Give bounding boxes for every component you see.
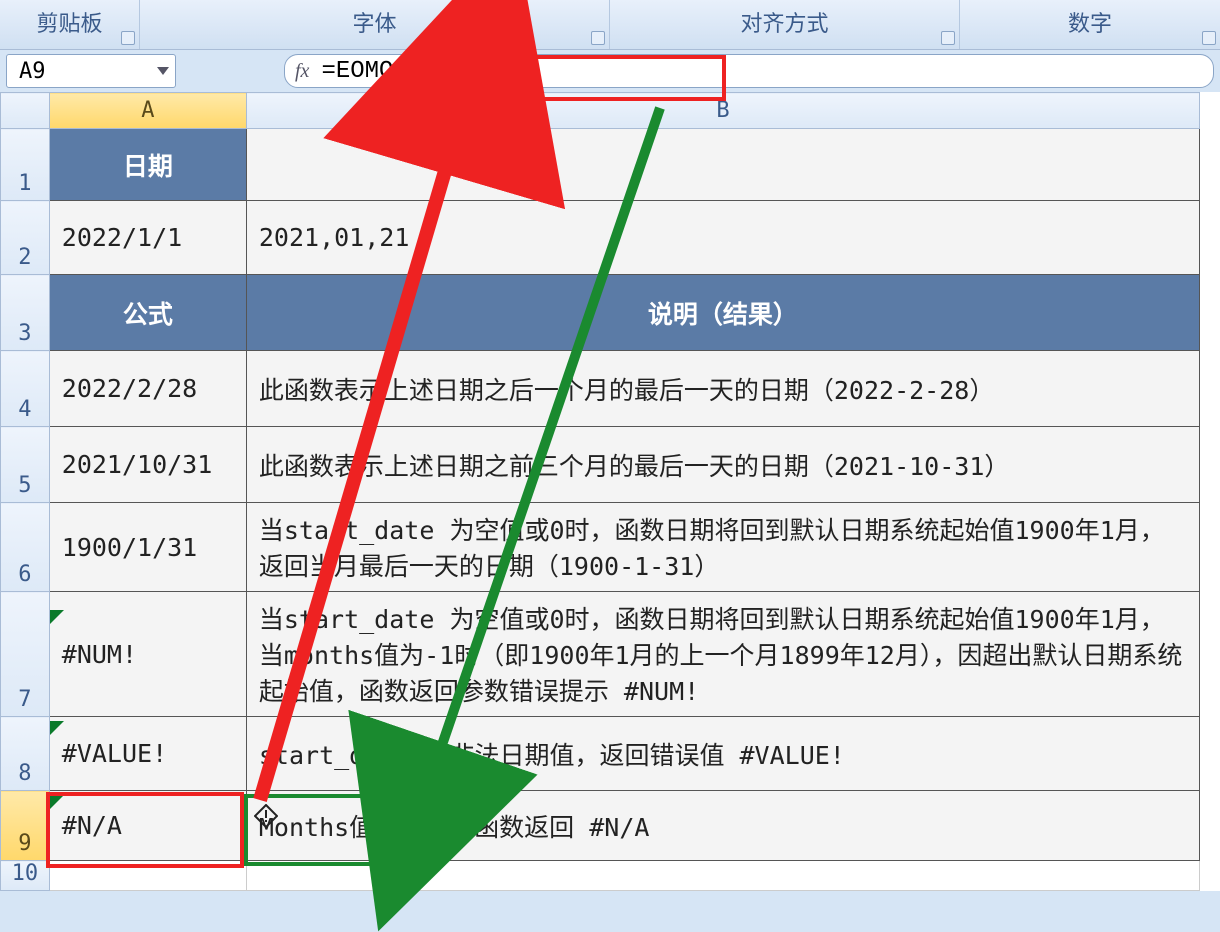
cell-A1[interactable]: 日期: [49, 129, 246, 201]
ribbon-group-font[interactable]: 字体: [140, 0, 610, 49]
cell-A5[interactable]: 2021/10/31: [49, 427, 246, 503]
table-row: 8 #VALUE! start_date 为非法日期值，返回错误值 #VALUE…: [1, 717, 1200, 791]
row-header[interactable]: 3: [1, 275, 50, 351]
table-row: 2 2022/1/1 2021,01,21: [1, 201, 1200, 275]
table-row: 7 #NUM! 当start_date 为空值或0时，函数日期将回到默认日期系统…: [1, 592, 1200, 717]
cell-A7[interactable]: #NUM!: [49, 592, 246, 717]
cell-B3[interactable]: 说明（结果）: [246, 275, 1199, 351]
cell-A3[interactable]: 公式: [49, 275, 246, 351]
ribbon-label: 数字: [1068, 6, 1112, 38]
row-header[interactable]: 10: [1, 861, 50, 891]
cell-A10[interactable]: [49, 861, 246, 891]
cell-A8[interactable]: #VALUE!: [49, 717, 246, 791]
cell-B4[interactable]: 此函数表示上述日期之后一个月的最后一天的日期（2022-2-28）: [246, 351, 1199, 427]
dialog-launcher-icon[interactable]: [591, 31, 605, 45]
error-indicator-icon: [50, 721, 64, 735]
row-header[interactable]: 8: [1, 717, 50, 791]
row-header[interactable]: 6: [1, 503, 50, 592]
smart-tag-warning-icon[interactable]: [254, 804, 278, 828]
column-header-A[interactable]: A: [49, 93, 246, 129]
ribbon-groups: 剪贴板 字体 对齐方式 数字: [0, 0, 1220, 50]
formula-input-wrap: fx: [284, 54, 1214, 88]
name-box[interactable]: A9: [6, 54, 176, 88]
cell-B9[interactable]: Months值为空值，函数返回 #N/A: [246, 791, 1199, 861]
row-header[interactable]: 2: [1, 201, 50, 275]
worksheet[interactable]: A B 1 日期 2 2022/1/1 2021,01,21 3 公式 说明（结…: [0, 92, 1220, 891]
error-indicator-icon: [50, 795, 64, 809]
table-row: 10: [1, 861, 1200, 891]
ribbon-group-number[interactable]: 数字: [960, 0, 1220, 49]
ribbon-group-alignment[interactable]: 对齐方式: [610, 0, 960, 49]
chevron-down-icon[interactable]: [157, 67, 169, 75]
cell-B1[interactable]: [246, 129, 1199, 201]
cell-B2[interactable]: 2021,01,21: [246, 201, 1199, 275]
ribbon-label: 剪贴板: [36, 6, 102, 38]
dialog-launcher-icon[interactable]: [121, 31, 135, 45]
table-row: 9 #N/A Months值为空值，函数返回 #N/A: [1, 791, 1200, 861]
row-header[interactable]: 4: [1, 351, 50, 427]
cell-B7[interactable]: 当start_date 为空值或0时，函数日期将回到默认日期系统起始值1900年…: [246, 592, 1199, 717]
cell-A2[interactable]: 2022/1/1: [49, 201, 246, 275]
column-header-row: A B: [1, 93, 1200, 129]
ribbon-label: 对齐方式: [740, 6, 828, 38]
cell-B8[interactable]: start_date 为非法日期值，返回错误值 #VALUE!: [246, 717, 1199, 791]
dialog-launcher-icon[interactable]: [941, 31, 955, 45]
grid-table[interactable]: A B 1 日期 2 2022/1/1 2021,01,21 3 公式 说明（结…: [0, 92, 1200, 891]
cell-A6[interactable]: 1900/1/31: [49, 503, 246, 592]
name-box-value: A9: [19, 59, 46, 84]
error-indicator-icon: [50, 610, 64, 624]
select-all-corner[interactable]: [1, 93, 50, 129]
table-row: 4 2022/2/28 此函数表示上述日期之后一个月的最后一天的日期（2022-…: [1, 351, 1200, 427]
fx-icon[interactable]: fx: [295, 60, 309, 83]
row-header[interactable]: 5: [1, 427, 50, 503]
cell-B10[interactable]: [246, 861, 1199, 891]
row-header[interactable]: 1: [1, 129, 50, 201]
cell-B5[interactable]: 此函数表示上述日期之前三个月的最后一天的日期（2021-10-31）: [246, 427, 1199, 503]
formula-input[interactable]: [321, 58, 1203, 85]
table-row: 1 日期: [1, 129, 1200, 201]
row-header[interactable]: 9: [1, 791, 50, 861]
cell-A9[interactable]: #N/A: [49, 791, 246, 861]
cell-A4[interactable]: 2022/2/28: [49, 351, 246, 427]
formula-bar: A9 fx: [0, 50, 1220, 92]
dialog-launcher-icon[interactable]: [1202, 31, 1216, 45]
table-row: 3 公式 说明（结果）: [1, 275, 1200, 351]
ribbon-label: 字体: [352, 6, 396, 38]
table-row: 6 1900/1/31 当start_date 为空值或0时，函数日期将回到默认…: [1, 503, 1200, 592]
row-header[interactable]: 7: [1, 592, 50, 717]
column-header-B[interactable]: B: [246, 93, 1199, 129]
cell-B6[interactable]: 当start_date 为空值或0时，函数日期将回到默认日期系统起始值1900年…: [246, 503, 1199, 592]
table-row: 5 2021/10/31 此函数表示上述日期之前三个月的最后一天的日期（2021…: [1, 427, 1200, 503]
ribbon-group-clipboard[interactable]: 剪贴板: [0, 0, 140, 49]
